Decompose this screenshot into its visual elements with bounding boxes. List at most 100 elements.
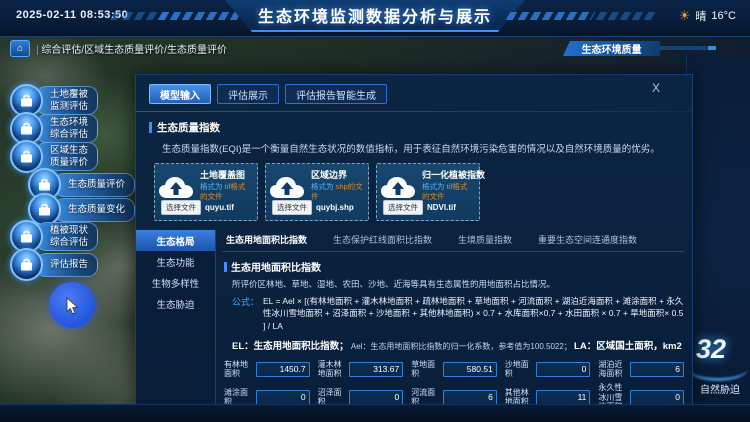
upload-format-prefix: 格式为 xyxy=(422,182,445,191)
header-decor-dashes-right xyxy=(505,12,596,20)
field-grassland-area: 草地面积 xyxy=(411,360,497,378)
field-input[interactable] xyxy=(629,389,684,405)
sidebar-item-label: 评估报告 xyxy=(50,258,89,270)
breadcrumb: ⌂ 综合评估/区域生态质量评价/生态质量评价 xyxy=(10,40,227,57)
field-lake-area: 湖泊近海面积 xyxy=(598,360,684,378)
legend-ael: Ael：生态用地面积比指数的归一化系数，参考值为100.5022； xyxy=(350,341,572,351)
sidebar-item-label2: 综合评估 xyxy=(50,128,89,140)
field-input[interactable] xyxy=(442,361,497,377)
top-header-bar: 2025-02-11 08:53:50 生态环境监测数据分析与展示 ☀ 晴 16… xyxy=(0,0,750,37)
field-input[interactable] xyxy=(442,389,497,405)
field-label: 灌木林地面积 xyxy=(317,359,342,379)
field-label: 草地面积 xyxy=(411,359,436,379)
field-input[interactable] xyxy=(349,361,404,377)
subtab-habitat-quality[interactable]: 生境质量指数 xyxy=(458,233,512,246)
field-input[interactable] xyxy=(349,389,404,405)
subtab-eco-land-ratio[interactable]: 生态用地面积比指数 xyxy=(226,233,307,246)
field-shrub-area: 灌木林地面积 xyxy=(318,360,404,378)
formula-block: 公式： EL = Ael × [(有林地面积 + 灌木林地面积 + 疏林地面积 … xyxy=(232,295,684,332)
uploaded-filename: quybj.shp xyxy=(316,203,354,212)
sidebar-item-label: 土地覆被 xyxy=(50,88,89,100)
weather-temperature: 16°C xyxy=(711,10,736,22)
upload-cards: 土地覆盖图 格式为 tif格式的文件 选择文件 quyu.tif 区域边界 格式… xyxy=(154,163,692,221)
subtab-connectivity[interactable]: 重要生态空间连通度指数 xyxy=(538,233,637,246)
dialog-tabs: 模型输入 评估展示 评估报告智能生成 xyxy=(136,75,692,104)
field-label: 沙地面积 xyxy=(504,359,529,379)
sidebar-item-label2: 监测评估 xyxy=(50,100,89,112)
sidebar-item-label: 生态质量评价 xyxy=(68,178,126,190)
upload-card-land-cover: 土地覆盖图 格式为 tif格式的文件 选择文件 quyu.tif xyxy=(154,163,258,221)
upload-card-ndvi: 归一化植被指数 格式为 tif格式的文件 选择文件 NDVI.tif xyxy=(376,163,486,221)
header-decor-dashes-right-outer xyxy=(595,12,661,20)
choose-file-button[interactable]: 选择文件 xyxy=(272,200,312,215)
sidebar-item-label: 植被现状 xyxy=(50,224,89,236)
home-button[interactable]: ⌂ xyxy=(10,40,30,57)
weather-condition: 晴 xyxy=(695,11,707,23)
app-root: 2025-02-11 08:53:50 生态环境监测数据分析与展示 ☀ 晴 16… xyxy=(0,0,750,422)
title-banner: 生态环境监测数据分析与展示 xyxy=(225,0,525,32)
field-input[interactable] xyxy=(255,389,310,405)
dialog-tabs-divider xyxy=(136,111,692,112)
weather-widget: ☀ 晴 16°C xyxy=(679,8,736,24)
formula-label: 公式： xyxy=(232,297,260,307)
tab-model-input[interactable]: 模型输入 xyxy=(149,84,211,104)
category-tabs: 生态格局 生态功能 生物多样性 生态胁迫 xyxy=(136,230,216,420)
field-label: 有林地面积 xyxy=(224,359,248,379)
header-decor-dashes-left xyxy=(157,12,248,20)
index-content: 生态用地面积比指数 生态保护红线面积比指数 生境质量指数 重要生态空间连通度指数… xyxy=(216,230,692,422)
page-title: 生态环境监测数据分析与展示 xyxy=(257,9,492,26)
big-stat-label: 自然胁迫 xyxy=(700,385,740,396)
sidebar-item-label: 区域生态 xyxy=(50,144,89,156)
field-sand-area: 沙地面积 xyxy=(505,360,591,378)
big-stat-glow-arc xyxy=(688,356,748,381)
mouse-cursor xyxy=(66,297,79,315)
uploaded-filename: quyu.tif xyxy=(205,203,234,212)
sidebar-item-evaluation-report[interactable]: 评估报告 xyxy=(10,248,99,281)
tab-evaluation-display[interactable]: 评估展示 xyxy=(217,84,279,104)
formula-legend: EL：生态用地面积比指数； Ael：生态用地面积比指数的归一化系数，参考值为10… xyxy=(232,338,684,352)
bottom-decor-bar xyxy=(0,404,750,422)
panel-description: 所评价区林地、草地、湿地、农田、沙地、近海等具有生态属性的用地面积占比情况。 xyxy=(232,279,556,289)
sidebar-item-label: 生态质量变化 xyxy=(68,203,126,215)
tab-eco-environment-quality[interactable]: 生态环境质量 xyxy=(563,41,660,56)
choose-file-button[interactable]: 选择文件 xyxy=(383,200,423,215)
upload-format-prefix: 格式为 xyxy=(200,182,223,191)
formula-text: EL = Ael × [(有林地面积 + 灌木林地面积 + 疏林地面积 + 草地… xyxy=(263,296,684,331)
field-input[interactable] xyxy=(536,361,591,377)
section-title-eqi: 生态质量指数 xyxy=(149,120,692,135)
index-subtabs: 生态用地面积比指数 生态保护红线面积比指数 生境质量指数 重要生态空间连通度指数 xyxy=(222,230,684,252)
briefcase-icon xyxy=(10,248,43,281)
sidebar-item-label2: 质量评价 xyxy=(50,156,89,168)
upload-card-region-boundary: 区域边界 格式为 shp的文件 选择文件 quybj.shp xyxy=(265,163,369,221)
legend-el: EL：生态用地面积比指数； xyxy=(232,340,349,352)
tab-report-generation[interactable]: 评估报告智能生成 xyxy=(285,84,387,104)
tab-eco-stress[interactable]: 生态胁迫 xyxy=(136,293,215,314)
upload-format-prefix: 格式为 xyxy=(311,182,334,191)
tab-eco-function[interactable]: 生态功能 xyxy=(136,251,215,272)
panel-title: 生态用地面积比指数 xyxy=(224,259,684,274)
upload-title: 区域边界 xyxy=(311,170,348,180)
tab-biodiversity[interactable]: 生物多样性 xyxy=(136,272,215,293)
tab-eco-pattern[interactable]: 生态格局 xyxy=(136,230,215,251)
field-input[interactable] xyxy=(536,389,591,405)
dialog-main-zone: 生态格局 生态功能 生物多样性 生态胁迫 生态用地面积比指数 生态保护红线面积比… xyxy=(136,230,692,422)
upload-title: 土地覆盖图 xyxy=(200,170,246,180)
field-label: 湖泊近海面积 xyxy=(598,359,623,379)
uploaded-filename: NDVI.tif xyxy=(427,203,456,212)
sidebar-item-label: 生态环境 xyxy=(50,116,89,128)
choose-file-button[interactable]: 选择文件 xyxy=(161,200,201,215)
legend-la: LA：区域国土面积，km2 xyxy=(574,340,682,352)
sun-icon: ☀ xyxy=(678,8,691,23)
sidebar-item-label2: 综合评估 xyxy=(50,236,89,248)
subtab-redline-ratio[interactable]: 生态保护红线面积比指数 xyxy=(333,233,432,246)
section-desc-eqi: 生态质量指数(EQI)是一个衡量自然生态状况的数值指标，用于表征自然环境污染危害… xyxy=(162,144,660,155)
field-input[interactable] xyxy=(255,361,310,377)
breadcrumb-path: 综合评估/区域生态质量评价/生态质量评价 xyxy=(36,41,227,56)
model-input-dialog: X 模型输入 评估展示 评估报告智能生成 生态质量指数 生态质量指数(EQI)是… xyxy=(135,74,693,422)
field-forest-area: 有林地面积 xyxy=(224,360,310,378)
home-icon: ⌂ xyxy=(16,43,24,54)
right-tab-decor-line xyxy=(660,46,746,50)
upload-title: 归一化植被指数 xyxy=(422,170,486,180)
field-input[interactable] xyxy=(629,361,684,377)
close-icon[interactable]: X xyxy=(652,81,660,95)
